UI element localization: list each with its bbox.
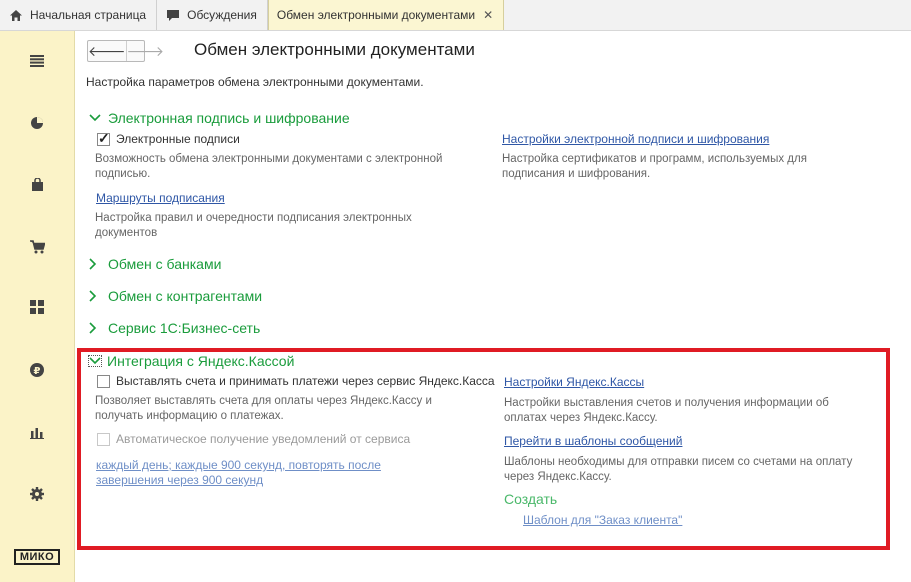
routes-desc-2: документов [95, 227, 158, 239]
templates-desc-2: через Яндекс.Кассу. [504, 471, 612, 483]
group-contractors[interactable]: Обмен с контрагентами [89, 288, 262, 304]
yandex-settings-link[interactable]: Настройки Яндекс.Кассы [504, 375, 644, 389]
sidebar: ₽ МИКО [0, 31, 75, 582]
signatures-desc-1: Возможность обмена электронными документ… [95, 153, 443, 165]
signatures-desc-2: подписью. [95, 168, 151, 180]
tab-edo[interactable]: Обмен электронными документами ✕ [267, 0, 505, 30]
schedule-link[interactable]: каждый день; каждые 900 секунд, повторят… [96, 458, 381, 472]
group-header: Интеграция с Яндекс.Кассой [107, 353, 295, 369]
group-business-network[interactable]: Сервис 1С:Бизнес-сеть [89, 320, 260, 336]
client-order-template-link[interactable]: Шаблон для "Заказ клиента" [523, 513, 682, 527]
bag-icon[interactable] [28, 176, 46, 194]
grid-icon[interactable] [28, 298, 46, 316]
signatures-checkbox[interactable] [97, 130, 110, 147]
gear-icon[interactable] [28, 485, 46, 503]
signature-settings-desc-1: Настройка сертификатов и программ, испол… [502, 153, 807, 165]
group-header: Обмен с банками [108, 256, 222, 272]
chevron-right-icon [89, 258, 103, 270]
chevron-right-icon [89, 322, 103, 334]
signing-routes-link[interactable]: Маршруты подписания [96, 191, 225, 205]
signature-settings-desc-2: подписания и шифрования. [502, 168, 651, 180]
chat-icon [165, 7, 181, 23]
signatures-label: Электронные подписи [116, 132, 240, 146]
schedule-link-cont[interactable]: завершения через 900 секунд [96, 473, 263, 487]
group-header: Обмен с контрагентами [108, 288, 263, 304]
group-yandex-kassa[interactable]: Интеграция с Яндекс.Кассой [88, 353, 294, 369]
yandex-invoices-desc-1: Позволяет выставлять счета для оплаты че… [95, 395, 432, 407]
yandex-settings-desc-2: оплатах через Яндекс.Кассу. [504, 412, 658, 424]
routes-desc-1: Настройка правил и очередности подписани… [95, 212, 412, 224]
menu-icon[interactable] [28, 52, 46, 70]
tab-discussions[interactable]: Обсуждения [157, 0, 268, 30]
tab-label: Начальная страница [30, 8, 147, 22]
tab-home[interactable]: Начальная страница [0, 0, 158, 30]
pie-chart-icon[interactable] [28, 114, 46, 132]
page-subtitle: Настройка параметров обмена электронными… [86, 75, 424, 89]
yandex-settings-desc-1: Настройки выставления счетов и получения… [504, 397, 829, 409]
svg-text:₽: ₽ [34, 366, 41, 377]
group-banks[interactable]: Обмен с банками [89, 256, 221, 272]
templates-desc-1: Шаблоны необходимы для отправки писем со… [504, 456, 853, 468]
cart-icon[interactable] [28, 238, 46, 256]
tab-bar: Начальная страница Обсуждения Обмен элек… [0, 0, 911, 31]
yandex-invoices-desc-2: получать информацию о платежах. [95, 410, 284, 422]
back-button[interactable]: 🡐 [88, 41, 126, 61]
group-header: Сервис 1С:Бизнес-сеть [108, 320, 261, 336]
bar-chart-icon[interactable] [28, 424, 46, 442]
group-signature[interactable]: Электронная подпись и шифрование [89, 110, 350, 126]
yandex-invoices-label: Выставлять счета и принимать платежи чер… [116, 374, 495, 388]
yandex-invoices-checkbox[interactable] [97, 375, 110, 388]
forward-button[interactable]: 🡒 [125, 41, 164, 61]
home-icon [8, 7, 24, 23]
auto-notifications-label: Автоматическое получение уведомлений от … [116, 432, 411, 446]
group-header: Электронная подпись и шифрование [108, 110, 350, 126]
nav-buttons: 🡐 🡒 [87, 40, 164, 62]
auto-notifications-checkbox[interactable] [97, 433, 110, 446]
chevron-down-icon [89, 114, 103, 122]
close-icon[interactable]: ✕ [483, 8, 493, 22]
create-label: Создать [504, 491, 558, 507]
main-content: 🡐 🡒 Обмен электронными документами Настр… [76, 31, 911, 582]
signature-settings-link[interactable]: Настройки электронной подписи и шифрован… [502, 132, 769, 146]
chevron-down-icon [88, 355, 102, 367]
ruble-icon[interactable]: ₽ [28, 361, 46, 379]
page-title: Обмен электронными документами [194, 40, 475, 59]
tab-label: Обмен электронными документами [276, 8, 476, 22]
message-templates-link[interactable]: Перейти в шаблоны сообщений [504, 434, 682, 448]
chevron-right-icon [89, 290, 103, 302]
tab-label: Обсуждения [187, 8, 257, 22]
mikko-logo: МИКО [14, 549, 60, 565]
